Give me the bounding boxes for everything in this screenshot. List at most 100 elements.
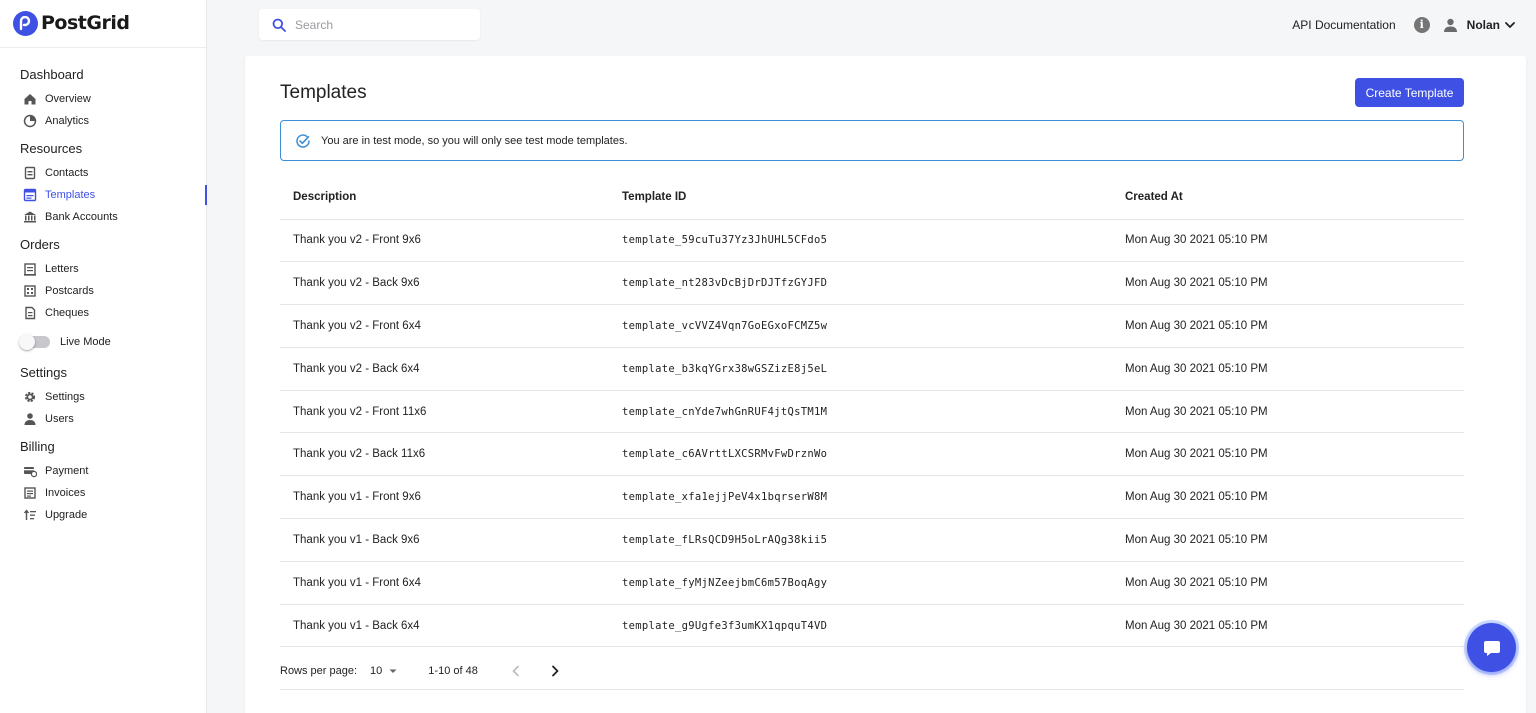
sidebar: PostGrid Dashboard Overview Analytics Re… (0, 0, 207, 713)
api-documentation-link[interactable]: API Documentation (1292, 18, 1395, 32)
sidebar-item-cheques[interactable]: Cheques (20, 302, 207, 324)
chevron-down-icon[interactable] (1504, 19, 1516, 31)
sidebar-item-label: Contacts (45, 167, 89, 179)
cell-created-at: Mon Aug 30 2021 05:10 PM (1112, 390, 1464, 434)
toggle-knob[interactable] (19, 334, 35, 350)
sidebar-item-label: Postcards (45, 285, 94, 297)
cell-template-id: template_xfa1ejjPeV4x1bqrserW8M (609, 475, 1112, 520)
table-row[interactable]: Thank you v2 - Back 6x4 template_b3kqYGr… (280, 347, 1464, 391)
sidebar-item-label: Letters (45, 263, 79, 275)
sidebar-item-postcards[interactable]: Postcards (20, 280, 207, 302)
sidebar-item-label: Users (45, 413, 74, 425)
sidebar-item-label: Settings (45, 391, 85, 403)
column-header-template-id[interactable]: Template ID (609, 175, 1112, 220)
sidebar-section-resources: Resources (20, 141, 83, 156)
live-mode-toggle[interactable] (19, 334, 50, 350)
sidebar-item-settings[interactable]: Settings (20, 386, 207, 408)
previous-page-button[interactable] (508, 663, 524, 679)
cell-created-at: Mon Aug 30 2021 05:10 PM (1112, 261, 1464, 306)
cell-template-id: template_fLRsQCD9H5oLrAQg38kii5 (609, 518, 1112, 562)
sidebar-item-label: Payment (45, 465, 89, 477)
cell-template-id: template_b3kqYGrx38wGSZizE8j5eL (609, 347, 1112, 391)
column-header-created-at[interactable]: Created At (1112, 175, 1464, 220)
rows-per-page-select[interactable]: 10 (370, 665, 398, 677)
cell-template-id: template_nt283vDcBjDrDJTfzGYJFD (609, 261, 1112, 306)
chevron-left-icon (512, 665, 519, 677)
cell-description: Thank you v1 - Front 9x6 (280, 475, 609, 520)
table-row[interactable]: Thank you v1 - Back 9x6 template_fLRsQCD… (280, 518, 1464, 562)
cell-created-at: Mon Aug 30 2021 05:10 PM (1112, 432, 1464, 477)
cell-template-id: template_59cuTu37Yz3JhUHL5CFdo5 (609, 219, 1112, 263)
cell-created-at: Mon Aug 30 2021 05:10 PM (1112, 219, 1464, 263)
cell-template-id: template_c6AVrttLXCSRMvFwDrznWo (609, 432, 1112, 477)
sidebar-section-dashboard: Dashboard (20, 67, 84, 82)
user-icon[interactable] (1443, 18, 1458, 33)
sidebar-item-payment[interactable]: Payment (20, 460, 207, 482)
contacts-icon (23, 166, 37, 180)
page-range: 1-10 of 48 (428, 665, 478, 677)
cell-template-id: template_vcVVZ4Vqn7GoEGxoFCMZ5w (609, 304, 1112, 348)
cell-created-at: Mon Aug 30 2021 05:10 PM (1112, 518, 1464, 562)
chevron-right-icon (551, 665, 559, 677)
sidebar-section-orders: Orders (20, 237, 60, 252)
logo-text: PostGrid (41, 12, 130, 34)
table-row[interactable]: Thank you v1 - Front 9x6 template_xfa1ej… (280, 475, 1464, 520)
cell-description: Thank you v2 - Back 11x6 (280, 432, 609, 477)
sidebar-item-invoices[interactable]: Invoices (20, 482, 207, 504)
next-page-button[interactable] (547, 663, 563, 679)
live-mode-toggle-row: Live Mode (19, 330, 207, 354)
cell-description: Thank you v2 - Front 6x4 (280, 304, 609, 348)
sidebar-item-templates[interactable]: Templates (20, 184, 207, 206)
table-row[interactable]: Thank you v2 - Front 6x4 template_vcVVZ4… (280, 304, 1464, 348)
user-icon (23, 412, 37, 426)
info-icon[interactable]: i (1413, 17, 1430, 33)
table-row[interactable]: Thank you v1 - Back 6x4 template_g9Ugfe3… (280, 604, 1464, 648)
rows-per-page-label: Rows per page: (280, 665, 358, 677)
search-input[interactable] (295, 17, 465, 32)
sidebar-item-overview[interactable]: Overview (20, 88, 207, 110)
search-box[interactable] (259, 9, 480, 40)
table-row[interactable]: Thank you v2 - Back 11x6 template_c6AVrt… (280, 432, 1464, 477)
sidebar-item-upgrade[interactable]: Upgrade (20, 504, 207, 526)
sidebar-item-analytics[interactable]: Analytics (20, 110, 207, 132)
user-name[interactable]: Nolan (1467, 18, 1500, 32)
cell-created-at: Mon Aug 30 2021 05:10 PM (1112, 304, 1464, 348)
logo[interactable]: PostGrid (13, 10, 130, 36)
templates-table: Description Template ID Created At Thank… (280, 175, 1464, 648)
cell-description: Thank you v2 - Front 9x6 (280, 219, 609, 263)
table-row[interactable]: Thank you v1 - Front 6x4 template_fyMjNZ… (280, 561, 1464, 605)
create-template-button[interactable]: Create Template (1355, 78, 1464, 107)
table-row[interactable]: Thank you v2 - Front 9x6 template_59cuTu… (280, 219, 1464, 263)
sidebar-section-billing: Billing (20, 439, 55, 454)
live-mode-label: Live Mode (60, 336, 111, 348)
sidebar-item-label: Upgrade (45, 509, 88, 521)
cell-template-id: template_fyMjNZeejbmC6m57BoqAgy (609, 561, 1112, 605)
cell-created-at: Mon Aug 30 2021 05:10 PM (1112, 604, 1464, 648)
invoice-icon (23, 486, 37, 500)
rows-per-page-value: 10 (370, 665, 383, 677)
table-row[interactable]: Thank you v2 - Front 11x6 template_cnYde… (280, 390, 1464, 434)
home-icon (23, 92, 37, 106)
cell-created-at: Mon Aug 30 2021 05:10 PM (1112, 347, 1464, 391)
sidebar-item-contacts[interactable]: Contacts (20, 162, 207, 184)
gear-icon (23, 390, 37, 404)
cell-created-at: Mon Aug 30 2021 05:10 PM (1112, 561, 1464, 605)
cell-description: Thank you v1 - Back 9x6 (280, 518, 609, 562)
alert-text: You are in test mode, so you will only s… (321, 134, 628, 147)
sidebar-item-letters[interactable]: Letters (20, 258, 207, 280)
table-header-row: Description Template ID Created At (280, 175, 1464, 220)
sidebar-item-users[interactable]: Users (20, 408, 207, 430)
search-icon (272, 18, 286, 32)
sidebar-section-settings: Settings (20, 365, 67, 380)
cell-description: Thank you v2 - Front 11x6 (280, 390, 609, 434)
table-row[interactable]: Thank you v2 - Back 9x6 template_nt283vD… (280, 261, 1464, 306)
sidebar-item-bank-accounts[interactable]: Bank Accounts (20, 206, 207, 228)
cheque-icon (23, 306, 37, 320)
sidebar-item-label: Overview (45, 93, 91, 105)
sidebar-item-label: Bank Accounts (45, 211, 118, 223)
divider (0, 47, 206, 48)
column-header-description[interactable]: Description (280, 175, 609, 220)
cell-template-id: template_cnYde7whGnRUF4jtQsTM1M (609, 390, 1112, 434)
chat-button[interactable] (1467, 623, 1516, 672)
pagination: Rows per page: 10 1-10 of 48 (280, 653, 1464, 690)
